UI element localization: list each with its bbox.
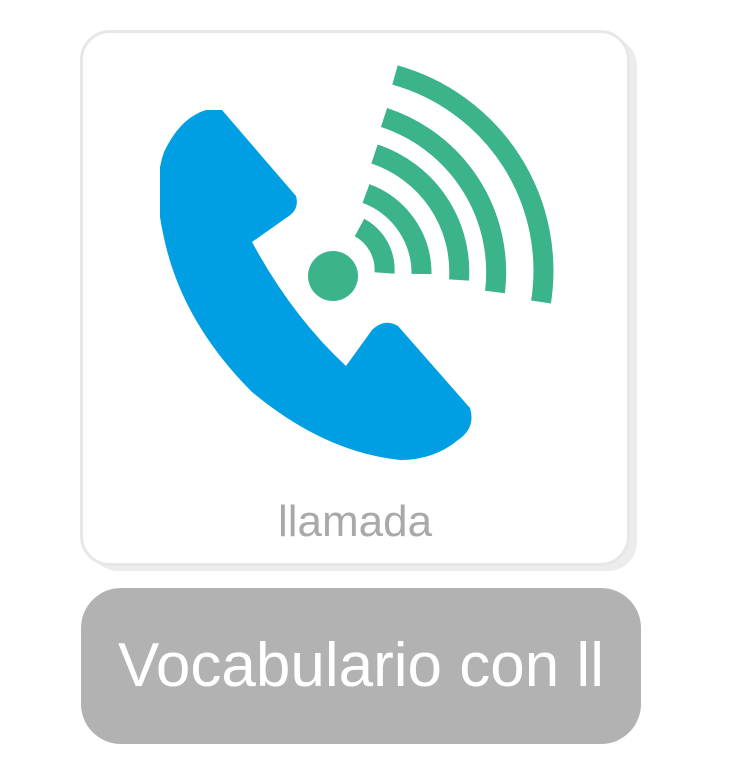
signal-waves-icon	[354, 65, 554, 304]
vocabulary-word: llamada	[277, 497, 433, 546]
category-label: Vocabulario con ll	[118, 631, 604, 700]
signal-dot-icon	[308, 251, 358, 301]
vocabulary-category-button[interactable]: Vocabulario con ll	[81, 588, 641, 744]
phone-call-icon	[160, 65, 554, 460]
